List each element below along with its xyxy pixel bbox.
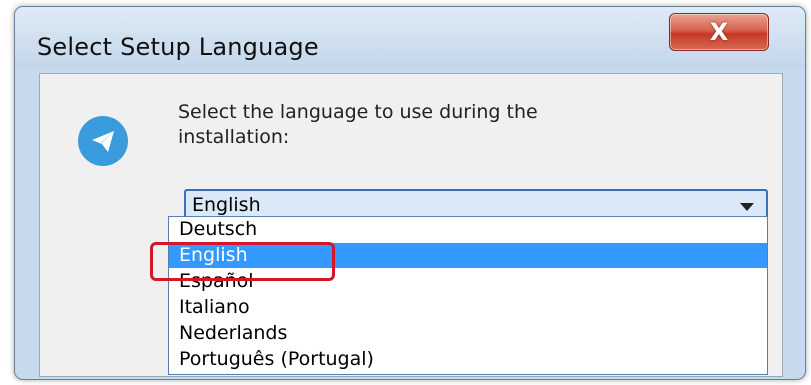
close-button[interactable]: X: [669, 13, 769, 51]
instruction-text: Select the language to use during the in…: [178, 101, 538, 148]
window-title: Select Setup Language: [37, 33, 319, 61]
language-select-value: English: [192, 194, 261, 216]
dropdown-arrow-icon[interactable]: [740, 203, 754, 211]
annotation-highlight-box: [150, 242, 335, 281]
title-bar[interactable]: Select Setup Language X: [15, 7, 805, 69]
language-option-italiano[interactable]: Italiano: [169, 295, 767, 320]
language-option-deutsch[interactable]: Deutsch: [169, 217, 767, 242]
language-option-nederlands[interactable]: Nederlands: [169, 321, 767, 346]
telegram-paper-plane-icon: [78, 116, 128, 166]
close-icon: X: [709, 18, 729, 46]
language-option-portugues[interactable]: Português (Portugal): [169, 347, 767, 372]
language-dropdown-list: Deutsch English Español Italiano Nederla…: [168, 216, 768, 375]
